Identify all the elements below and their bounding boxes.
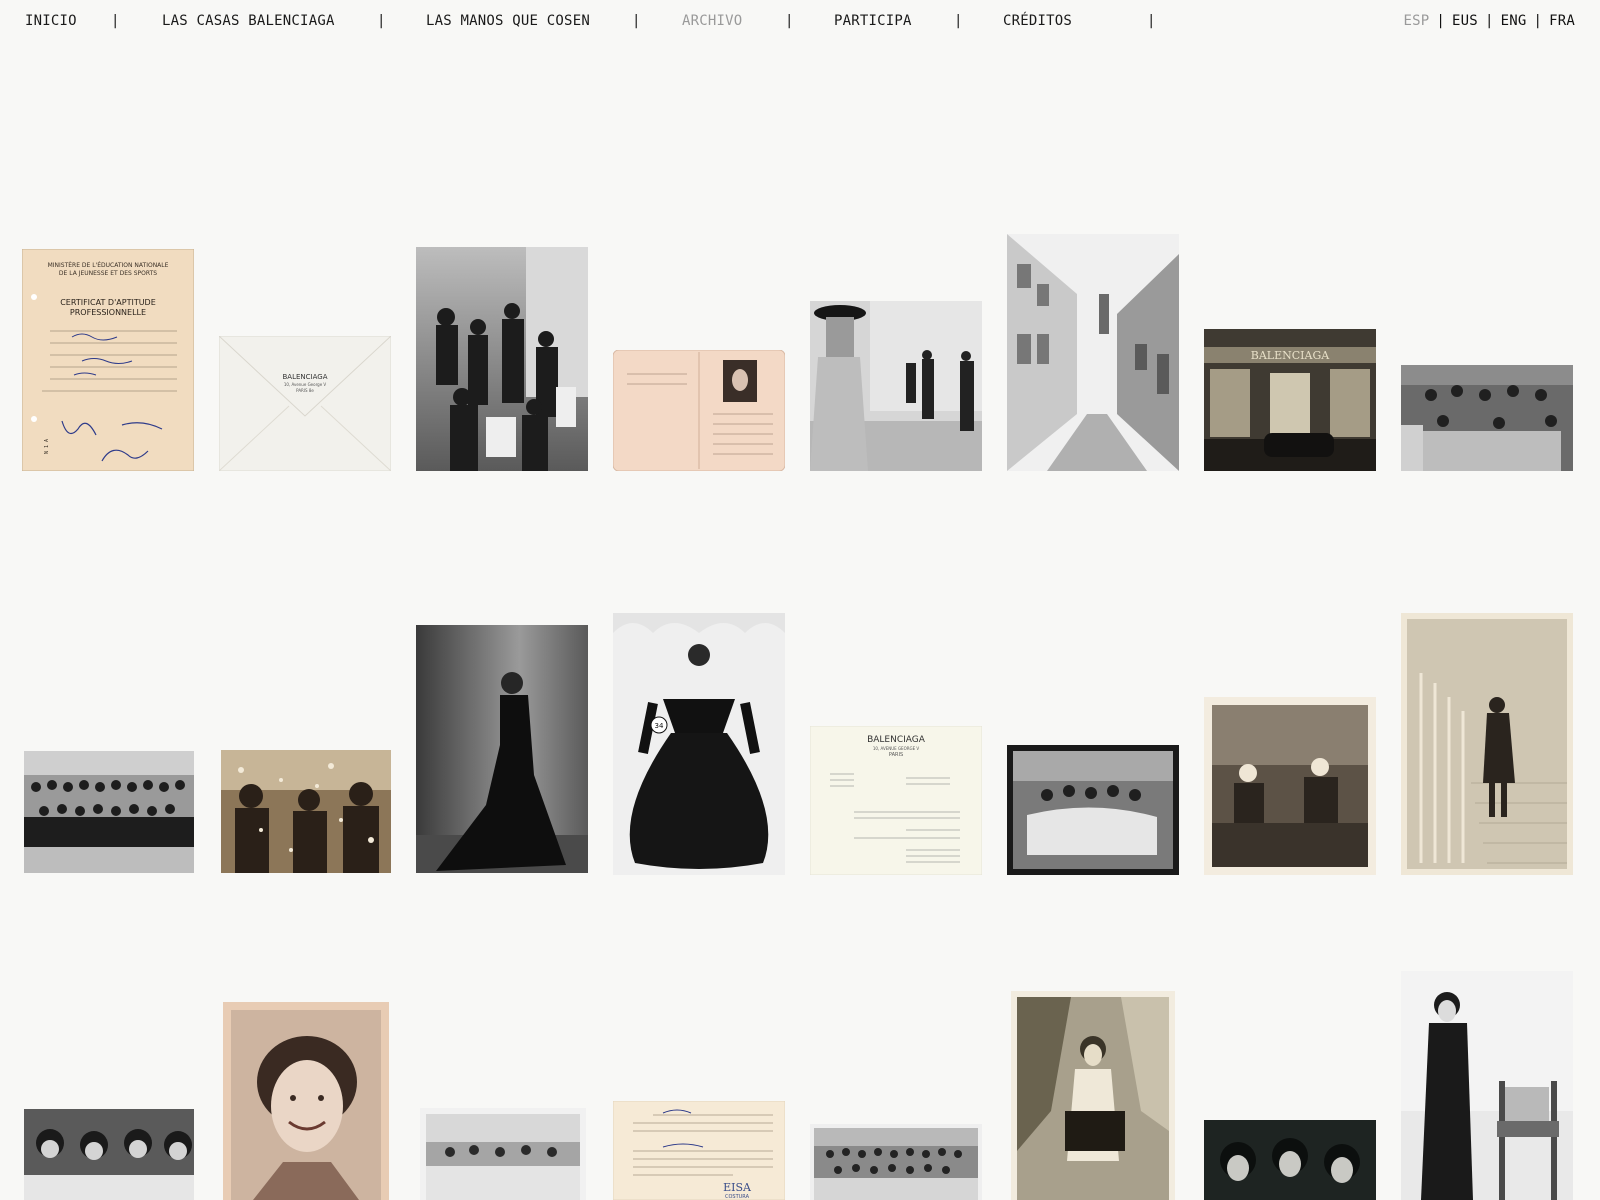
svg-text:N 1 A: N 1 A: [44, 439, 50, 454]
svg-text:BALENCIAGA: BALENCIAGA: [1251, 349, 1330, 362]
svg-text:EISA: EISA: [723, 1181, 752, 1194]
certificate-image: MINISTÈRE DE L'ÉDUCATION NATIONALE DE LA…: [22, 249, 194, 471]
archive-item-envelope[interactable]: BALENCIAGA 10, Avenue George V PARIS 8e: [219, 336, 391, 471]
crowd-photo-image: [416, 247, 588, 471]
eisa-certificate-image: EISA COSTURA: [613, 1101, 785, 1200]
svg-text:PARIS 8e: PARIS 8e: [296, 388, 314, 393]
woman-garden-photo-image: [1011, 991, 1175, 1200]
envelope-image: BALENCIAGA 10, Avenue George V PARIS 8e: [219, 336, 391, 471]
id-booklet-image: [613, 350, 785, 471]
workroom-photo-image: [810, 1124, 982, 1200]
group-photo-image: [24, 751, 194, 873]
sewing-photo-image: [1204, 697, 1376, 875]
staircase-photo-image: [1401, 613, 1573, 875]
svg-text:CERTIFICAT D'APTITUDE: CERTIFICAT D'APTITUDE: [60, 298, 156, 307]
archive-item-woman-chair-photo[interactable]: [1401, 971, 1573, 1200]
gown-profile-photo-image: [416, 625, 588, 873]
group-close-photo-image: [24, 1109, 194, 1200]
svg-text:PARIS: PARIS: [889, 752, 903, 758]
archive-item-certificate[interactable]: MINISTÈRE DE L'ÉDUCATION NATIONALE DE LA…: [22, 249, 194, 471]
archive-item-crowd-photo[interactable]: [416, 247, 588, 471]
celebration-photo-image: [221, 750, 391, 873]
archive-item-storefront-photo[interactable]: BALENCIAGA: [1204, 329, 1376, 471]
svg-text:PROFESSIONNELLE: PROFESSIONNELLE: [70, 308, 146, 317]
archive-item-celebration-photo[interactable]: [221, 750, 391, 873]
archive-item-three-women-photo[interactable]: [1204, 1120, 1376, 1200]
street-photo-image: [1007, 234, 1179, 471]
svg-text:BALENCIAGA: BALENCIAGA: [867, 735, 926, 745]
letter-image: BALENCIAGA 10, AVENUE GEORGE V PARIS: [810, 726, 982, 875]
archive-item-fashion-show-photo[interactable]: [810, 301, 982, 471]
archive-grid: MINISTÈRE DE L'ÉDUCATION NATIONALE DE LA…: [0, 0, 1600, 1200]
archive-item-street-photo[interactable]: [1007, 234, 1179, 471]
svg-text:34: 34: [655, 722, 664, 730]
archive-item-id-booklet[interactable]: [613, 350, 785, 471]
svg-text:BALENCIAGA: BALENCIAGA: [283, 373, 328, 381]
archive-item-group-photo[interactable]: [24, 751, 194, 873]
woman-chair-photo-image: [1401, 971, 1573, 1200]
svg-text:10, Avenue George V: 10, Avenue George V: [284, 382, 327, 387]
storefront-photo-image: BALENCIAGA: [1204, 329, 1376, 471]
fashion-show-photo-image: [810, 301, 982, 471]
svg-text:DE LA JEUNESSE ET DES SPORTS: DE LA JEUNESSE ET DES SPORTS: [59, 270, 157, 277]
archive-item-letter[interactable]: BALENCIAGA 10, AVENUE GEORGE V PARIS: [810, 726, 982, 875]
archive-item-workshop-photo[interactable]: [1401, 365, 1573, 471]
archive-item-staircase-photo[interactable]: [1401, 613, 1573, 875]
archive-item-workroom-photo[interactable]: [810, 1124, 982, 1200]
archive-item-portrait-smile[interactable]: [223, 1002, 389, 1200]
archive-item-gown-profile-photo[interactable]: [416, 625, 588, 873]
three-women-photo-image: [1204, 1120, 1376, 1200]
atelier-photo-image: [420, 1108, 586, 1200]
archive-item-sewing-photo[interactable]: [1204, 697, 1376, 875]
archive-item-model-gown-photo[interactable]: 34: [613, 613, 785, 875]
archive-item-eisa-certificate[interactable]: EISA COSTURA: [613, 1101, 785, 1200]
archive-item-atelier-photo[interactable]: [420, 1108, 586, 1200]
svg-text:COSTURA: COSTURA: [725, 1194, 750, 1200]
portrait-smile-image: [223, 1002, 389, 1200]
workshop-photo-image: [1401, 365, 1573, 471]
model-gown-photo-image: 34: [613, 613, 785, 875]
archive-item-group-close-photo[interactable]: [24, 1109, 194, 1200]
archive-item-seamstresses-photo[interactable]: [1007, 745, 1179, 875]
svg-text:MINISTÈRE DE L'ÉDUCATION NATIO: MINISTÈRE DE L'ÉDUCATION NATIONALE: [48, 261, 169, 269]
svg-text:10, AVENUE GEORGE V: 10, AVENUE GEORGE V: [873, 746, 920, 751]
archive-item-woman-garden-photo[interactable]: [1011, 991, 1175, 1200]
seamstresses-photo-image: [1007, 745, 1179, 875]
